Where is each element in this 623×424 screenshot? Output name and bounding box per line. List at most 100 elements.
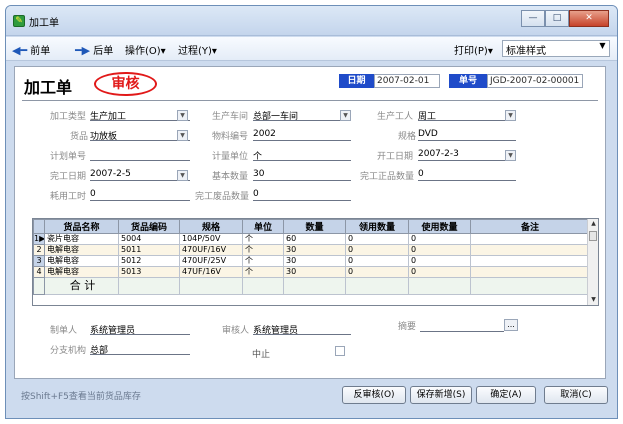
cell[interactable]: 5004: [118, 233, 180, 245]
save-new-button[interactable]: 保存新增(S): [410, 386, 472, 404]
cell[interactable]: 47UF/16V: [179, 266, 243, 278]
cell[interactable]: 0: [345, 266, 409, 278]
hours-field[interactable]: 0: [90, 189, 190, 201]
cell[interactable]: 个: [242, 233, 284, 245]
cell[interactable]: 个: [242, 244, 284, 256]
vertical-scrollbar[interactable]: ▲ ▼: [587, 219, 598, 305]
spec-field[interactable]: DVD: [418, 129, 516, 141]
done-field[interactable]: 2007-2-5: [90, 169, 190, 181]
col-header[interactable]: 数量: [283, 219, 346, 234]
col-header[interactable]: 使用数量: [408, 219, 471, 234]
cell[interactable]: 0: [345, 255, 409, 267]
items-grid[interactable]: 货品名称 货品编码 规格 单位 数量 领用数量 使用数量 备注 1▶ 瓷片电容: [32, 218, 599, 306]
close-button[interactable]: ✕: [569, 10, 609, 27]
cell[interactable]: 0: [408, 255, 471, 267]
window-title: 加工单: [29, 18, 59, 29]
cell[interactable]: 30: [283, 255, 346, 267]
col-header[interactable]: 货品编码: [118, 219, 180, 234]
no-field[interactable]: JGD-2007-02-00001: [487, 74, 583, 88]
table-row[interactable]: 2 电解电容 5011 470UF/16V 个 30 0 0: [33, 244, 590, 256]
minimize-button[interactable]: —: [521, 10, 545, 27]
cell[interactable]: 5013: [118, 266, 180, 278]
unit-field[interactable]: 个: [253, 149, 351, 161]
next-button[interactable]: ━▶ 后单: [75, 42, 113, 57]
dropdown-icon[interactable]: ▼: [177, 110, 188, 121]
cell[interactable]: [470, 233, 590, 245]
worker-field[interactable]: 周工: [418, 109, 516, 121]
cell[interactable]: 470UF/25V: [179, 255, 243, 267]
cell[interactable]: 0: [345, 233, 409, 245]
scroll-thumb[interactable]: [589, 231, 597, 241]
cell[interactable]: 60: [283, 233, 346, 245]
cell[interactable]: 104P/50V: [179, 233, 243, 245]
product-label: 货品: [70, 132, 89, 142]
prev-button[interactable]: ◀━ 前单: [12, 42, 50, 57]
operate-menu[interactable]: 操作(O)▾: [125, 42, 166, 57]
cell[interactable]: 个: [242, 255, 284, 267]
workshop-field[interactable]: 总部一车间: [253, 109, 351, 121]
cell[interactable]: 30: [283, 266, 346, 278]
col-header[interactable]: 备注: [470, 219, 590, 234]
cell[interactable]: 个: [242, 266, 284, 278]
scroll-down-icon[interactable]: ▼: [588, 295, 599, 305]
start-field[interactable]: 2007-2-3: [418, 149, 516, 161]
cell[interactable]: [470, 266, 590, 278]
branch-field[interactable]: 总部: [90, 343, 190, 355]
cell[interactable]: [470, 244, 590, 256]
code-field[interactable]: 2002: [253, 129, 351, 141]
cell[interactable]: 5012: [118, 255, 180, 267]
branch-label: 分支机构: [50, 346, 87, 356]
col-header[interactable]: 货品名称: [44, 219, 119, 234]
cell[interactable]: 瓷片电容: [44, 233, 119, 245]
dropdown-icon[interactable]: ▼: [505, 110, 516, 121]
type-label: 加工类型: [50, 112, 87, 122]
waste-field[interactable]: 0: [253, 189, 351, 201]
auditor-field[interactable]: 系统管理员: [253, 323, 351, 335]
table-row[interactable]: 1▶ 瓷片电容 5004 104P/50V 个 60 0 0: [33, 233, 590, 245]
print-menu[interactable]: 打印(P)▾: [454, 42, 493, 57]
cell[interactable]: 5011: [118, 244, 180, 256]
type-field[interactable]: 生产加工: [90, 109, 190, 121]
base-field[interactable]: 30: [253, 169, 351, 181]
date-label: 日期: [339, 74, 374, 88]
summary-field[interactable]: [420, 320, 504, 332]
cell[interactable]: 30: [283, 244, 346, 256]
maker-field[interactable]: 系统管理员: [90, 323, 190, 335]
col-header[interactable]: 领用数量: [345, 219, 409, 234]
stop-label: 中止: [252, 350, 271, 360]
dropdown-icon[interactable]: ▼: [340, 110, 351, 121]
cell[interactable]: [470, 255, 590, 267]
code-label: 物料编号: [212, 132, 249, 142]
cell[interactable]: 0: [345, 244, 409, 256]
cell[interactable]: 电解电容: [44, 266, 119, 278]
cell[interactable]: 电解电容: [44, 244, 119, 256]
date-field[interactable]: 2007-02-01: [374, 74, 440, 88]
cell[interactable]: 电解电容: [44, 255, 119, 267]
style-select[interactable]: 标准样式 ▼: [502, 40, 610, 57]
row-number: 3: [33, 255, 45, 267]
unaudit-button[interactable]: 反审核(O): [342, 386, 406, 404]
product-field[interactable]: 功放板: [90, 129, 190, 141]
dropdown-icon[interactable]: ▼: [177, 130, 188, 141]
maximize-button[interactable]: □: [545, 10, 569, 27]
ok-button[interactable]: 确定(A): [476, 386, 536, 404]
process-menu[interactable]: 过程(Y)▾: [178, 42, 217, 57]
cell[interactable]: 470UF/16V: [179, 244, 243, 256]
dropdown-icon[interactable]: ▼: [505, 150, 516, 161]
cancel-button[interactable]: 取消(C): [544, 386, 608, 404]
cell[interactable]: 0: [408, 233, 471, 245]
scroll-up-icon[interactable]: ▲: [588, 219, 599, 229]
col-header[interactable]: 规格: [179, 219, 243, 234]
unit-label: 计量单位: [212, 152, 249, 162]
stop-checkbox[interactable]: [335, 346, 345, 356]
col-header[interactable]: 单位: [242, 219, 284, 234]
table-row[interactable]: 4 电解电容 5013 47UF/16V 个 30 0 0: [33, 266, 590, 278]
auditor-label: 审核人: [222, 326, 250, 336]
cell[interactable]: 0: [408, 266, 471, 278]
finished-field[interactable]: 0: [418, 169, 516, 181]
table-row[interactable]: 3 电解电容 5012 470UF/25V 个 30 0 0: [33, 255, 590, 267]
ellipsis-button[interactable]: ...: [504, 319, 518, 331]
plan-field[interactable]: [90, 149, 190, 161]
dropdown-icon[interactable]: ▼: [177, 170, 188, 181]
cell[interactable]: 0: [408, 244, 471, 256]
